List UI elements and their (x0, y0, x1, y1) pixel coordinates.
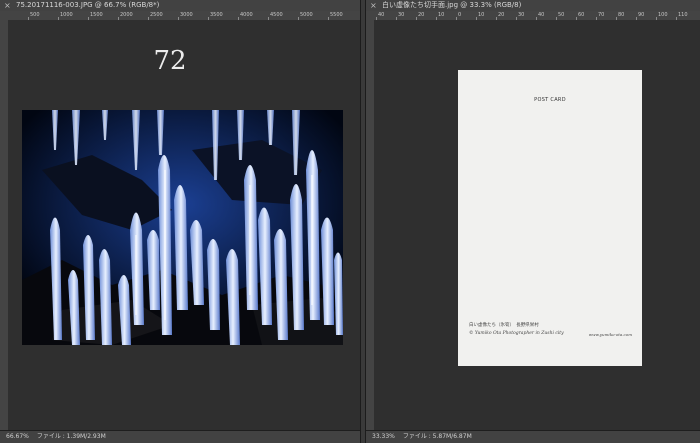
ruler-tick-label: 110 (678, 12, 688, 18)
left-tab-close-icon[interactable]: × (4, 0, 11, 11)
right-document-window[interactable]: × 白い虚像たち切手面.jpg @ 33.3% (RGB/8) 40 30 20 10… (366, 0, 700, 443)
ruler-tick-label: 80 (618, 12, 625, 18)
right-file-info: ファイル : 5.87M/6.87M (402, 433, 472, 440)
right-status-bar: 33.33% ファイル : 5.87M/6.87M (366, 430, 700, 443)
postcard-image: POST CARD 白い虚像たち（氷筍） 長野県栄村 © Yumiko Ota … (458, 70, 642, 366)
ruler-tick-label: 2000 (120, 12, 133, 18)
page-number: 72 (153, 46, 187, 76)
ruler-tick-label: 10 (438, 12, 445, 18)
ruler-tick-label: 4000 (240, 12, 253, 18)
ruler-tick-label: 30 (518, 12, 525, 18)
ruler-tick-label: 3000 (180, 12, 193, 18)
ruler-tick-label: 5500 (330, 12, 343, 18)
ruler-tick-label: 3500 (210, 12, 223, 18)
postcard-caption: 白い虚像たち（氷筍） 長野県栄村 (469, 323, 539, 328)
ice-stalagmite-photo (22, 110, 343, 345)
ruler-tick-label: 2500 (150, 12, 163, 18)
right-tab-title: 白い虚像たち切手面.jpg @ 33.3% (RGB/8) (382, 1, 522, 9)
ruler-tick-label: 20 (418, 12, 425, 18)
postcard-credit: © Yumiko Ota Photographer in Zushi city (469, 331, 564, 336)
left-status-bar: 66.67% ファイル : 1.39M/2.93M (0, 430, 360, 443)
ruler-tick-label: 0 (458, 12, 462, 18)
ruler-tick-label: 500 (30, 12, 40, 18)
ruler-tick-label: 40 (538, 12, 545, 18)
ruler-tick-label: 70 (598, 12, 605, 18)
ruler-tick-label: 40 (378, 12, 385, 18)
ruler-tick-label: 50 (558, 12, 565, 18)
left-document-window[interactable]: × 75.20171116-003.JPG @ 66.7% (RGB/8*) 5… (0, 0, 360, 443)
ruler-tick-label: 1500 (90, 12, 103, 18)
ruler-tick-label: 10 (478, 12, 485, 18)
right-tab-close-icon[interactable]: × (370, 0, 377, 11)
ruler-tick-label: 20 (498, 12, 505, 18)
postcard-url: www.yumiko-ota.com (588, 332, 632, 337)
left-zoom-readout[interactable]: 66.67% (6, 433, 29, 440)
ruler-tick-label: 60 (578, 12, 585, 18)
ruler-tick-label: 1000 (60, 12, 73, 18)
ruler-tick-label: 5000 (300, 12, 313, 18)
left-file-info: ファイル : 1.39M/2.93M (36, 433, 106, 440)
ruler-tick-label: 90 (638, 12, 645, 18)
right-zoom-readout[interactable]: 33.33% (372, 433, 395, 440)
ruler-tick-label: 100 (658, 12, 668, 18)
ice-stalagmite-image (22, 110, 343, 345)
ruler-tick-label: 4500 (270, 12, 283, 18)
ruler-tick-label: 30 (398, 12, 405, 18)
left-tab-title: 75.20171116-003.JPG @ 66.7% (RGB/8*) (16, 1, 160, 9)
postcard-header: POST CARD (534, 97, 566, 103)
